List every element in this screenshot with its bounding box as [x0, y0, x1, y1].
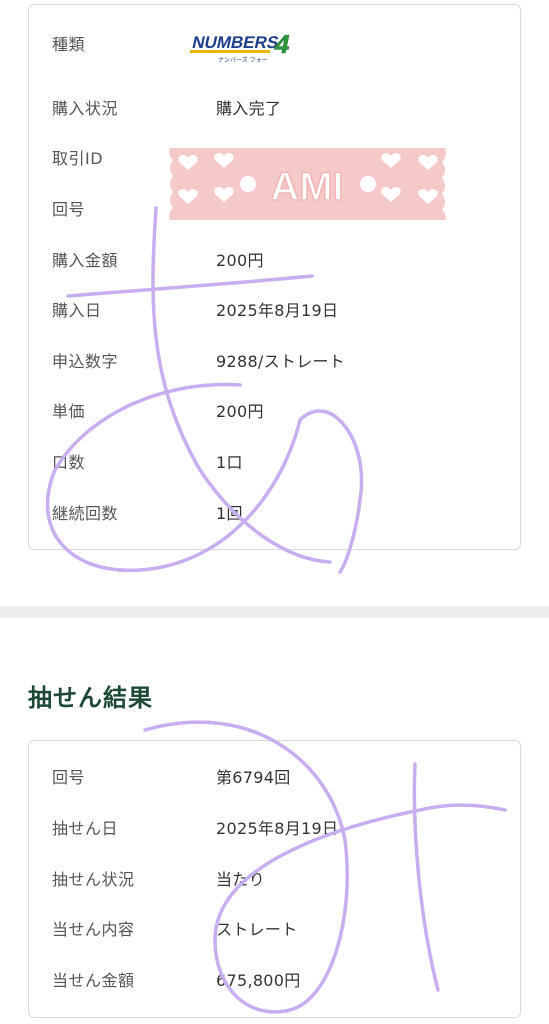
value-units: 1口 — [216, 453, 243, 472]
purchase-details-card: 種類 購入状況 購入完了 取引ID 回号 購入金額 200円 購入日 2025年… — [28, 4, 521, 550]
value-win-type: ストレート — [216, 920, 298, 939]
label-draw-date: 抽せん日 — [52, 819, 119, 838]
label-prize-amount: 当せん金額 — [52, 971, 135, 990]
label-purchase-date: 購入日 — [52, 301, 102, 320]
row-units: 口数 1口 — [29, 448, 520, 478]
draw-result-heading: 抽せん結果 — [28, 684, 153, 712]
row-unit-price: 単価 200円 — [29, 397, 520, 427]
value-selected-numbers: 9288/ストレート — [216, 352, 346, 371]
label-result-draw-number: 回号 — [52, 768, 86, 787]
label-transaction-id: 取引ID — [52, 149, 104, 168]
value-draw-date: 2025年8月19日 — [216, 819, 339, 838]
row-draw-status: 抽せん状況 当たり — [29, 865, 520, 895]
label-win-type: 当せん内容 — [52, 920, 135, 939]
numbers4-logo: NUMBERS 4 ナンバーズ フォー — [190, 29, 293, 64]
label-continuation-count: 継続回数 — [52, 504, 119, 523]
row-prize-amount: 当せん金額 675,800円 — [29, 966, 520, 996]
row-purchase-status: 購入状況 購入完了 — [29, 94, 520, 124]
value-draw-status: 当たり — [216, 870, 265, 889]
sticker-text: AMI — [270, 165, 343, 209]
label-unit-price: 単価 — [52, 402, 86, 421]
section-divider — [0, 606, 549, 618]
label-selected-numbers: 申込数字 — [52, 352, 119, 371]
value-purchase-date: 2025年8月19日 — [216, 301, 339, 320]
row-purchase-amount: 購入金額 200円 — [29, 246, 520, 276]
value-purchase-amount: 200円 — [216, 251, 264, 270]
draw-result-card: 回号 第6794回 抽せん日 2025年8月19日 抽せん状況 当たり 当せん内… — [28, 740, 521, 1018]
label-draw-number: 回号 — [52, 200, 86, 219]
row-result-draw-number: 回号 第6794回 — [29, 763, 520, 793]
label-purchase-amount: 購入金額 — [52, 251, 119, 270]
label-draw-status: 抽せん状況 — [52, 870, 135, 889]
row-continuation-count: 継続回数 1回 — [29, 499, 520, 529]
value-unit-price: 200円 — [216, 402, 264, 421]
label-purchase-status: 購入状況 — [52, 99, 119, 118]
value-purchase-status: 購入完了 — [216, 99, 282, 118]
label-type: 種類 — [52, 35, 86, 54]
row-draw-date: 抽せん日 2025年8月19日 — [29, 814, 520, 844]
row-selected-numbers: 申込数字 9288/ストレート — [29, 347, 520, 377]
label-units: 口数 — [52, 453, 86, 472]
row-win-type: 当せん内容 ストレート — [29, 915, 520, 945]
value-prize-amount: 675,800円 — [216, 971, 301, 990]
logo-main-text: NUMBERS — [190, 32, 280, 52]
redaction-sticker: AMI — [169, 148, 446, 220]
logo-sub-text: ナンバーズ フォー — [218, 56, 268, 64]
row-purchase-date: 購入日 2025年8月19日 — [29, 296, 520, 326]
value-result-draw-number: 第6794回 — [216, 768, 291, 787]
value-continuation-count: 1回 — [216, 504, 243, 523]
